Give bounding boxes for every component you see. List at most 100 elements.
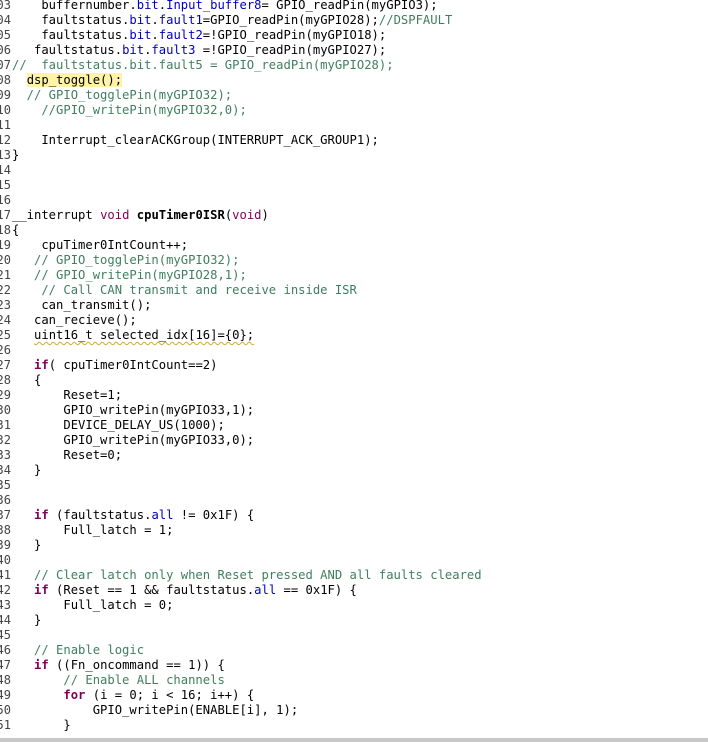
code-text: can_transmit(); xyxy=(12,298,151,313)
code-line[interactable]: 46 // Enable logic xyxy=(0,643,708,658)
code-line[interactable]: 17 __interrupt void cpuTimer0ISR(void) xyxy=(0,208,708,223)
code-token: } xyxy=(12,463,42,477)
code-line[interactable]: 38 Full_latch = 1; xyxy=(0,523,708,538)
line-number-text: 46 xyxy=(0,643,11,657)
code-line[interactable]: 23 can_transmit(); xyxy=(0,298,708,313)
code-token: can_transmit(); xyxy=(12,298,152,312)
code-text: cpuTimer0IntCount++; xyxy=(12,238,188,253)
line-number-text: 05 xyxy=(0,28,11,42)
code-token: Reset=1; xyxy=(12,388,123,402)
code-line[interactable]: 07// faultstatus.bit.fault5 = GPIO_readP… xyxy=(0,58,708,73)
code-text: // GPIO_writePin(myGPIO28,1); xyxy=(12,268,247,283)
line-number-text: 47 xyxy=(0,658,11,672)
code-token: bit xyxy=(136,0,159,12)
line-number: 25 xyxy=(0,328,11,343)
code-line[interactable]: 34 } xyxy=(0,463,708,478)
code-line[interactable]: 19 cpuTimer0IntCount++; xyxy=(0,238,708,253)
code-line[interactable]: 14 xyxy=(0,163,708,178)
code-token: //GPIO_writePin(myGPIO32,0); xyxy=(12,103,247,117)
code-line[interactable]: 41 // Clear latch only when Reset presse… xyxy=(0,568,708,583)
code-line[interactable]: 31 DEVICE_DELAY_US(1000); xyxy=(0,418,708,433)
code-token: faultstatus. xyxy=(12,43,123,57)
code-token: if xyxy=(34,508,49,522)
code-line[interactable]: 18{ xyxy=(0,223,708,238)
code-line[interactable]: 22 // Call CAN transmit and receive insi… xyxy=(0,283,708,298)
code-line[interactable]: 30 GPIO_writePin(myGPIO33,1); xyxy=(0,403,708,418)
code-line[interactable]: 10 //GPIO_writePin(myGPIO32,0); xyxy=(0,103,708,118)
code-token: // GPIO_togglePin(myGPIO32); xyxy=(12,253,240,267)
code-line[interactable]: 49 for (i = 0; i < 16; i++) { xyxy=(0,688,708,703)
code-line[interactable]: 40 xyxy=(0,553,708,568)
code-text: //GPIO_writePin(myGPIO32,0); xyxy=(12,103,247,118)
code-line[interactable]: 45 xyxy=(0,628,708,643)
code-line[interactable]: 15 xyxy=(0,178,708,193)
code-line[interactable]: 33 Reset=0; xyxy=(0,448,708,463)
code-line[interactable]: 21 // GPIO_writePin(myGPIO28,1); xyxy=(0,268,708,283)
code-line[interactable]: 09 // GPIO_togglePin(myGPIO32); xyxy=(0,88,708,103)
code-token: GPIO_writePin(ENABLE[i], 1); xyxy=(12,703,299,717)
code-line[interactable]: 05 faultstatus.bit.fault2=!GPIO_readPin(… xyxy=(0,28,708,43)
code-line[interactable]: 29 Reset=1; xyxy=(0,388,708,403)
code-line[interactable]: 36 xyxy=(0,493,708,508)
code-text: faultstatus.bit.fault1=GPIO_readPin(myGP… xyxy=(12,13,452,28)
line-number-text: 37 xyxy=(0,508,11,522)
code-editor[interactable]: 03 buffernumber.bit.Input_buffer8= GPIO_… xyxy=(0,0,708,738)
code-line[interactable]: 47 if ((Fn_oncommand == 1)) { xyxy=(0,658,708,673)
line-number: 49 xyxy=(0,688,11,703)
code-text: if ((Fn_oncommand == 1)) { xyxy=(12,658,225,673)
code-text: { xyxy=(12,223,19,238)
code-line[interactable]: 08 dsp_toggle(); xyxy=(0,73,708,88)
code-line[interactable]: 03 buffernumber.bit.Input_buffer8= GPIO_… xyxy=(0,0,708,13)
line-number: 50 xyxy=(0,703,11,718)
code-line[interactable]: 11 xyxy=(0,118,708,133)
code-token: Interrupt_clearACKGroup(INTERRUPT_ACK_GR… xyxy=(12,133,379,147)
code-line[interactable]: 35 xyxy=(0,478,708,493)
code-text: faultstatus.bit.fault2=!GPIO_readPin(myG… xyxy=(12,28,386,43)
code-line[interactable]: 16 xyxy=(0,193,708,208)
line-number: 45 xyxy=(0,628,11,643)
code-line[interactable]: 28 { xyxy=(0,373,708,388)
code-line[interactable]: 43 Full_latch = 0; xyxy=(0,598,708,613)
code-token: { xyxy=(12,373,42,387)
code-token: GPIO_writePin(myGPIO33,1); xyxy=(12,403,255,417)
code-token: //DSPFAULT xyxy=(378,13,453,27)
line-number-text: 43 xyxy=(0,598,11,612)
code-line[interactable]: 48 // Enable ALL channels xyxy=(0,673,708,688)
code-token: =!GPIO_readPin(myGPIO18); xyxy=(202,28,387,42)
code-line[interactable]: 25 uint16_t selected_idx[16]={0}; xyxy=(0,328,708,343)
line-number-text: 15 xyxy=(0,178,11,192)
code-line[interactable]: 04 faultstatus.bit.fault1=GPIO_readPin(m… xyxy=(0,13,708,28)
line-number-text: 13 xyxy=(0,148,11,162)
code-text: // GPIO_togglePin(myGPIO32); xyxy=(12,253,239,268)
code-line[interactable]: 39 } xyxy=(0,538,708,553)
code-token: for xyxy=(63,688,86,702)
code-line[interactable]: 44 } xyxy=(0,613,708,628)
code-line[interactable]: 42 if (Reset == 1 && faultstatus.all == … xyxy=(0,583,708,598)
code-line[interactable]: 06 faultstatus.bit.fault3 =!GPIO_readPin… xyxy=(0,43,708,58)
code-line[interactable]: 13} xyxy=(0,148,708,163)
horizontal-scrollbar[interactable] xyxy=(0,738,708,742)
line-number-text: 38 xyxy=(0,523,11,537)
line-number-text: 31 xyxy=(0,418,11,432)
code-line[interactable]: 20 // GPIO_togglePin(myGPIO32); xyxy=(0,253,708,268)
code-line[interactable]: 50 GPIO_writePin(ENABLE[i], 1); xyxy=(0,703,708,718)
line-number-text: 06 xyxy=(0,43,11,57)
line-number: 27 xyxy=(0,358,11,373)
code-line[interactable]: 27 if( cpuTimer0IntCount==2) xyxy=(0,358,708,373)
code-token: // Clear latch only when Reset pressed A… xyxy=(12,568,482,582)
code-line[interactable]: 12 Interrupt_clearACKGroup(INTERRUPT_ACK… xyxy=(0,133,708,148)
code-text: GPIO_writePin(ENABLE[i], 1); xyxy=(12,703,298,718)
code-line[interactable]: 51 } xyxy=(0,718,708,733)
horizontal-scrollbar-thumb[interactable] xyxy=(0,738,708,742)
code-token: void xyxy=(232,208,262,222)
line-number: 06 xyxy=(0,43,11,58)
code-token: bit xyxy=(122,43,145,57)
code-line[interactable]: 32 GPIO_writePin(myGPIO33,0); xyxy=(0,433,708,448)
code-line[interactable]: 37 if (faultstatus.all != 0x1F) { xyxy=(0,508,708,523)
code-line[interactable]: 24 can_recieve(); xyxy=(0,313,708,328)
code-text: Interrupt_clearACKGroup(INTERRUPT_ACK_GR… xyxy=(12,133,379,148)
line-number: 19 xyxy=(0,238,11,253)
code-line[interactable]: 26 xyxy=(0,343,708,358)
